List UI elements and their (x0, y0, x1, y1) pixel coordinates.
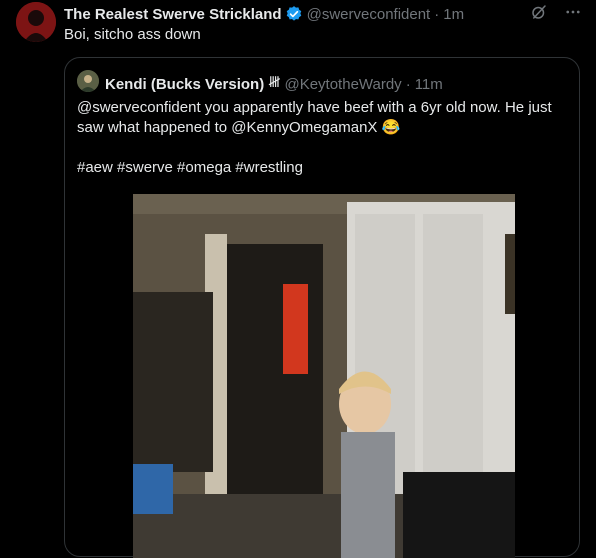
quoted-photo[interactable] (133, 194, 515, 558)
quoted-author-handle[interactable]: @KeytotheWardy (284, 76, 401, 93)
quoted-tweet-text: @swerveconfident you apparently have bee… (77, 98, 567, 178)
more-icon[interactable] (564, 3, 582, 25)
verified-badge-icon (285, 5, 303, 23)
quoted-author-avatar[interactable] (77, 70, 99, 92)
tweet-text: Boi, sitcho ass down (64, 26, 201, 43)
quoted-body: @swerveconfident you apparently have bee… (77, 99, 552, 136)
author-name[interactable]: The Realest Swerve Strickland (64, 6, 282, 23)
author-avatar[interactable] (16, 2, 56, 42)
name-badge: 𝍸 (268, 74, 281, 91)
quoted-hashtags[interactable]: #aew #swerve #omega #wrestling (77, 158, 567, 178)
tweet[interactable]: The Realest Swerve Strickland @swervecon… (0, 0, 596, 558)
author-handle[interactable]: @swerveconfident (307, 6, 431, 23)
tweet-header: The Realest Swerve Strickland @swervecon… (64, 4, 582, 24)
quoted-timestamp[interactable]: 11m (415, 76, 443, 93)
separator-dot: · (405, 76, 411, 93)
quoted-tweet[interactable]: Kendi (Bucks Version) 𝍸 @KeytotheWardy ·… (64, 57, 580, 558)
timestamp[interactable]: 1m (443, 6, 464, 23)
separator-dot: · (434, 5, 440, 23)
grok-icon[interactable] (530, 3, 548, 25)
quoted-author-name[interactable]: Kendi (Bucks Version) (105, 76, 264, 93)
quoted-tweet-header: Kendi (Bucks Version) 𝍸 @KeytotheWardy ·… (105, 72, 443, 97)
